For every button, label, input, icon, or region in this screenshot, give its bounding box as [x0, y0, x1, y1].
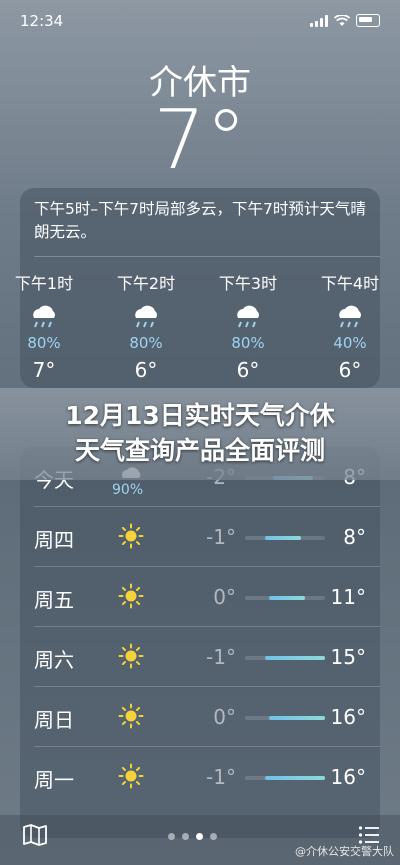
- sun-icon: [118, 583, 144, 609]
- hour-item: 下午2时 80% 6°: [106, 270, 186, 382]
- rain-cloud-icon: [339, 305, 361, 328]
- day-label: 周一: [34, 768, 74, 792]
- divider: [34, 506, 380, 507]
- current-temperature: 7°: [153, 93, 247, 188]
- daily-row[interactable]: 周一 -1° 16°: [20, 746, 380, 806]
- status-icons: [310, 14, 380, 27]
- low-temperature: 0°: [213, 705, 236, 729]
- hour-item: 下午1时 80% 7°: [4, 270, 84, 382]
- precip-chance: 80%: [27, 334, 61, 352]
- low-temperature: -1°: [206, 765, 236, 789]
- low-temperature: 0°: [213, 585, 236, 609]
- page-dot: [168, 833, 175, 840]
- precip-chance: 90%: [112, 482, 144, 498]
- hourly-strip[interactable]: 下午1时 80% 7° 下午2时 80% 6° 下午3时 80% 6° 下午4时…: [0, 270, 400, 390]
- temp-range-fill: [265, 656, 325, 660]
- temp-range-bar: [245, 656, 325, 660]
- list-icon[interactable]: [358, 825, 380, 845]
- sun-icon: [118, 763, 144, 789]
- hour-temperature: 7°: [32, 358, 56, 382]
- precip-chance: 40%: [333, 334, 367, 352]
- sun-icon: [118, 703, 144, 729]
- status-bar: 12:34: [20, 12, 380, 32]
- hour-temperature: 6°: [236, 358, 260, 382]
- hour-item: 下午4时 40% 6°: [310, 270, 390, 382]
- rain-cloud-icon: [237, 305, 259, 328]
- hour-label: 下午4时: [320, 274, 380, 293]
- page-indicator[interactable]: [168, 833, 217, 840]
- hour-label: 下午3时: [218, 274, 278, 293]
- daily-row[interactable]: 周日 0° 16°: [20, 686, 380, 746]
- hour-item: 下午3时 80% 6°: [208, 270, 288, 382]
- daily-row[interactable]: 周六 -1° 15°: [20, 626, 380, 686]
- status-time: 12:34: [20, 12, 64, 30]
- forecast-summary: 下午5时–下午7时局部多云，下午7时预计天气晴朗无云。: [34, 200, 366, 241]
- temp-range-bar: [245, 536, 325, 540]
- high-temperature: 11°: [330, 585, 366, 609]
- wifi-icon: [334, 14, 350, 26]
- temp-range-fill: [269, 716, 325, 720]
- temp-range-fill: [269, 596, 305, 600]
- day-label: 周五: [34, 588, 74, 612]
- divider: [34, 686, 380, 687]
- precip-chance: 80%: [231, 334, 265, 352]
- banner-title-line1: 12月13日实时天气介休: [65, 401, 335, 430]
- sun-icon: [118, 643, 144, 669]
- high-temperature: 16°: [330, 705, 366, 729]
- page-dot-active: [196, 833, 203, 840]
- low-temperature: -1°: [206, 525, 236, 549]
- page-dot: [182, 833, 189, 840]
- rain-cloud-icon: [135, 305, 157, 328]
- temp-range-bar: [245, 776, 325, 780]
- temp-range-bar: [245, 716, 325, 720]
- hour-label: 下午2时: [116, 274, 176, 293]
- daily-row[interactable]: 周四 -1° 8°: [20, 506, 380, 566]
- day-label: 周六: [34, 648, 74, 672]
- divider: [34, 566, 380, 567]
- day-label: 周四: [34, 528, 74, 552]
- high-temperature: 8°: [343, 525, 366, 549]
- day-label: 周日: [34, 708, 74, 732]
- page-dot: [210, 833, 217, 840]
- rain-cloud-icon: [33, 305, 55, 328]
- bottom-toolbar: @介休公安交警大队: [0, 815, 400, 865]
- temp-range-fill: [265, 776, 325, 780]
- sun-icon: [118, 523, 144, 549]
- hour-label: 下午1时: [14, 274, 74, 293]
- temp-range-fill: [265, 536, 301, 540]
- title-banner: 12月13日实时天气介休 天气查询产品全面评测: [0, 388, 400, 480]
- hour-temperature: 6°: [338, 358, 362, 382]
- banner-title-line2: 天气查询产品全面评测: [74, 436, 325, 465]
- divider: [34, 626, 380, 627]
- map-icon[interactable]: [22, 823, 48, 847]
- high-temperature: 15°: [330, 645, 366, 669]
- high-temperature: 16°: [330, 765, 366, 789]
- temp-range-bar: [245, 596, 325, 600]
- daily-forecast-card[interactable]: 今天 90% -2° 8° 周四 -1° 8° 周五: [20, 446, 380, 838]
- cellular-signal-icon: [310, 14, 328, 27]
- hour-temperature: 6°: [134, 358, 158, 382]
- divider: [34, 746, 380, 747]
- watermark: @介休公安交警大队: [295, 845, 394, 858]
- precip-chance: 80%: [129, 334, 163, 352]
- battery-icon: [356, 14, 380, 27]
- divider: [34, 256, 380, 257]
- low-temperature: -1°: [206, 645, 236, 669]
- daily-row[interactable]: 周五 0° 11°: [20, 566, 380, 626]
